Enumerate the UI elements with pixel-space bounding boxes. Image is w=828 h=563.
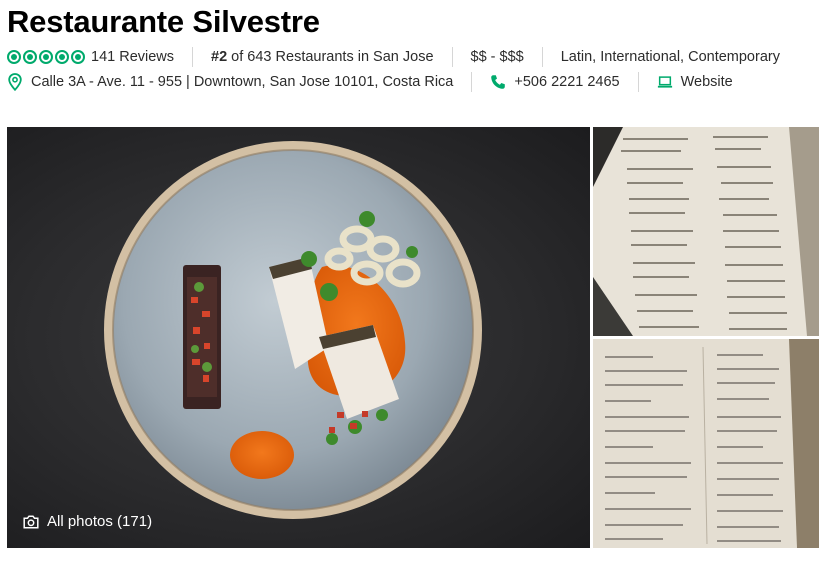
all-photos-button[interactable]: All photos (171) xyxy=(23,513,152,530)
rating-bubble-icon xyxy=(71,50,85,64)
contact-row: Calle 3A - Ave. 11 - 955 | Downtown, San… xyxy=(7,72,733,92)
separator xyxy=(192,47,194,67)
separator xyxy=(451,47,453,67)
price-range[interactable]: $$ - $$$ xyxy=(471,49,524,65)
camera-icon xyxy=(23,514,39,529)
rating-row: 141 Reviews #2 of 643 Restaurants in San… xyxy=(7,47,780,67)
address-link[interactable]: Calle 3A - Ave. 11 - 955 | Downtown, San… xyxy=(31,74,453,90)
rating-bubble-icon xyxy=(23,50,37,64)
laptop-icon xyxy=(657,73,673,91)
main-photo[interactable]: All photos (171) xyxy=(7,127,590,548)
rating-bubbles[interactable] xyxy=(7,50,85,64)
separator xyxy=(541,47,543,67)
rating-bubble-icon xyxy=(55,50,69,64)
rank-number: #2 xyxy=(211,49,228,65)
menu-image xyxy=(593,339,819,548)
dish-image xyxy=(104,141,482,519)
restaurant-name: Restaurante Silvestre xyxy=(7,4,320,39)
reviews-link[interactable]: 141 Reviews xyxy=(91,49,174,65)
menu-image xyxy=(593,127,819,336)
phone-link[interactable]: +506 2221 2465 xyxy=(514,74,619,90)
cuisines[interactable]: Latin, International, Contemporary xyxy=(561,49,780,65)
separator xyxy=(471,72,473,92)
separator xyxy=(637,72,639,92)
all-photos-label: All photos (171) xyxy=(47,513,153,530)
phone-icon xyxy=(490,73,506,91)
ranking-link[interactable]: #2 of 643 Restaurants in San Jose xyxy=(211,49,434,65)
side-photo-menu-1[interactable] xyxy=(593,127,819,336)
side-photo-menu-2[interactable] xyxy=(593,339,819,548)
rank-text: of 643 Restaurants in San Jose xyxy=(227,49,434,65)
website-link[interactable]: Website xyxy=(681,74,733,90)
rating-bubble-icon xyxy=(7,50,21,64)
rating-bubble-icon xyxy=(39,50,53,64)
map-pin-icon xyxy=(7,73,23,91)
